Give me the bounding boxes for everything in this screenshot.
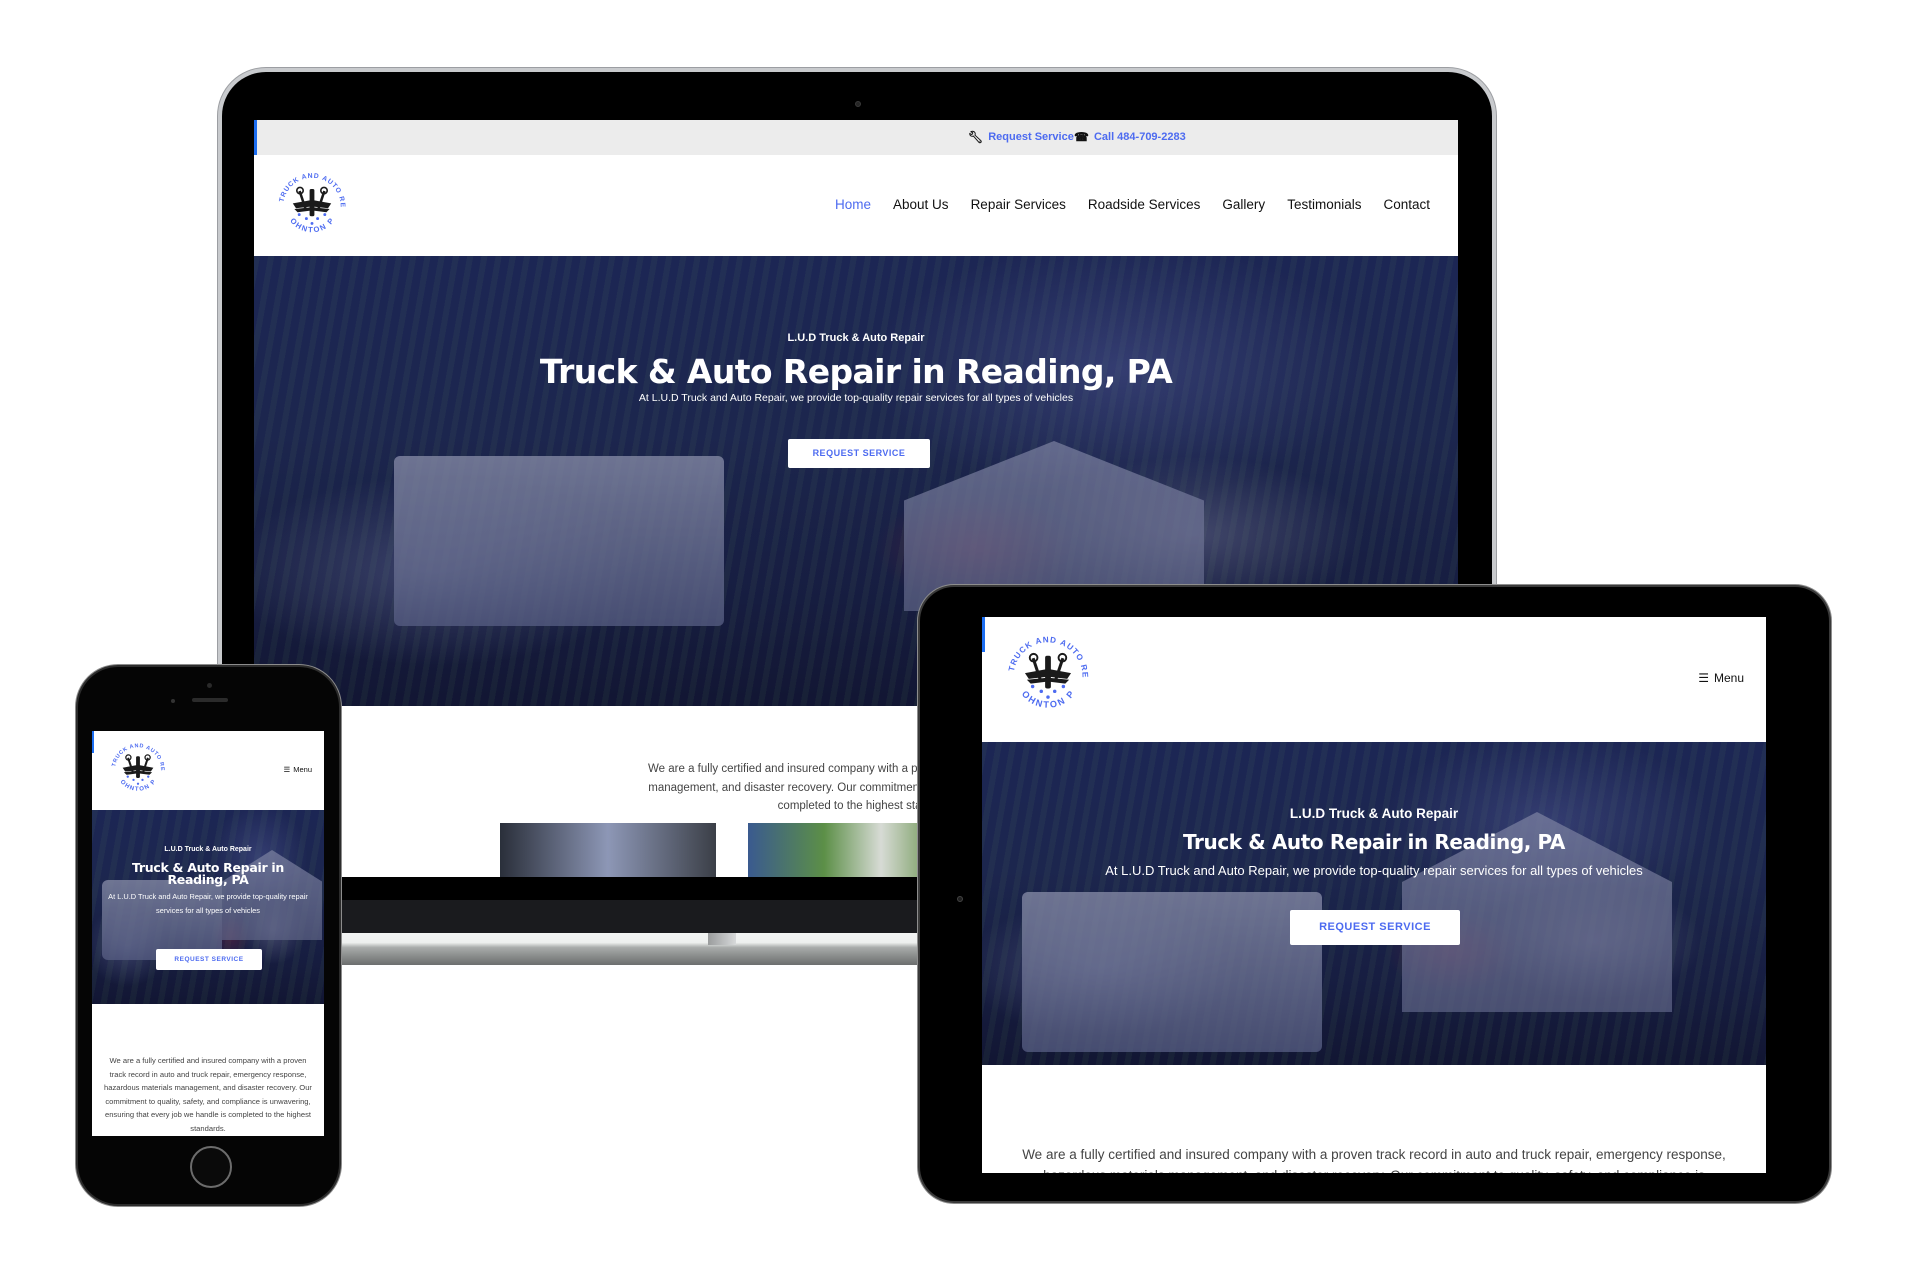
hero-subtitle: At L.U.D Truck and Auto Repair, we provi… xyxy=(1105,863,1643,878)
site-logo[interactable]: L.U.D TRUCK AND AUTO REPAIR MOHNTON PA xyxy=(106,737,170,801)
main-nav: Home About Us Repair Services Roadside S… xyxy=(835,197,1430,212)
hero-subtitle: At L.U.D Truck and Auto Repair, we provi… xyxy=(638,392,1074,404)
accent-bar xyxy=(92,731,94,753)
phone-camera xyxy=(207,683,212,688)
hero-section: L.U.D Truck & Auto Repair Truck & Auto R… xyxy=(92,810,324,1004)
request-service-button[interactable]: REQUEST SERVICE xyxy=(156,949,262,970)
laptop-notch xyxy=(708,933,736,945)
nav-gallery[interactable]: Gallery xyxy=(1222,197,1265,212)
wrench-icon: 🔧︎ xyxy=(968,130,984,144)
nav-repair-services[interactable]: Repair Services xyxy=(971,197,1066,212)
logo-emblem-icon: L.U.D TRUCK AND AUTO REPAIR MOHNTON PA xyxy=(106,737,164,793)
service-thumbnail-engine[interactable] xyxy=(500,823,716,877)
menu-toggle[interactable]: ☰ Menu xyxy=(1698,671,1744,685)
logo-emblem-icon: L.U.D TRUCK AND AUTO REPAIR MOHNTON PA xyxy=(1000,627,1089,710)
phone-home-button[interactable] xyxy=(190,1146,232,1188)
menu-toggle[interactable]: ☰ Menu xyxy=(284,765,313,774)
hero-eyebrow: L.U.D Truck & Auto Repair xyxy=(1289,806,1459,821)
laptop-camera xyxy=(855,101,861,107)
hero-section: L.U.D Truck & Auto Repair Truck & Auto R… xyxy=(982,742,1766,1065)
tablet-screen: L.U.D TRUCK AND AUTO REPAIR MOHNTON PA xyxy=(982,617,1766,1173)
tablet-camera xyxy=(957,896,963,902)
call-link[interactable]: ☎︎ Call 484-709-2283 xyxy=(1074,130,1186,144)
phone-icon: ☎︎ xyxy=(1074,130,1089,144)
phone-sensor xyxy=(171,699,175,703)
intro-section: We are a fully certified and insured com… xyxy=(982,1065,1766,1173)
nav-contact[interactable]: Contact xyxy=(1383,197,1430,212)
service-thumbnail-mechanic[interactable] xyxy=(748,823,938,877)
site-header: L.U.D TRUCK AND AUTO REPAIR MOHNTON PA xyxy=(254,155,1458,256)
phone-speaker xyxy=(192,698,228,702)
hero-overlay xyxy=(982,742,1766,1065)
site-logo[interactable]: L.U.D TRUCK AND AUTO REPAIR MOHNTON PA xyxy=(1000,627,1096,723)
hero-title: Truck & Auto Repair in Reading, PA xyxy=(132,860,284,887)
site-header: L.U.D TRUCK AND AUTO REPAIR MOHNTON PA xyxy=(92,731,324,810)
request-service-button[interactable]: REQUEST SERVICE xyxy=(788,439,930,468)
hamburger-icon: ☰ xyxy=(283,765,291,774)
hamburger-icon: ☰ xyxy=(1698,671,1709,685)
accent-bar xyxy=(982,617,985,652)
hero-title: Truck & Auto Repair in Reading, PA xyxy=(1182,830,1565,854)
nav-home[interactable]: Home xyxy=(835,197,871,212)
hero-eyebrow: L.U.D Truck & Auto Repair xyxy=(787,332,925,344)
phone-screen: L.U.D TRUCK AND AUTO REPAIR MOHNTON PA xyxy=(92,731,324,1136)
hero-title: Truck & Auto Repair in Reading, PA xyxy=(539,352,1173,391)
intro-text: We are a fully certified and insured com… xyxy=(104,1056,312,1133)
intro-section: We are a fully certified and insured com… xyxy=(92,1004,324,1136)
accent-bar xyxy=(254,120,257,155)
hero-eyebrow: L.U.D Truck & Auto Repair xyxy=(164,846,252,853)
nav-about-us[interactable]: About Us xyxy=(893,197,949,212)
logo-emblem-icon: L.U.D TRUCK AND AUTO REPAIR MOHNTON PA xyxy=(272,165,345,234)
top-bar: 🔧︎ Request Service ☎︎ Call 484-709-2283 xyxy=(254,120,1458,155)
request-service-link[interactable]: 🔧︎ Request Service xyxy=(968,130,1074,144)
device-mockup-stage: 🔧︎ Request Service ☎︎ Call 484-709-2283 … xyxy=(0,0,1920,1278)
nav-testimonials[interactable]: Testimonials xyxy=(1287,197,1361,212)
nav-roadside-services[interactable]: Roadside Services xyxy=(1088,197,1201,212)
request-service-button[interactable]: REQUEST SERVICE xyxy=(1290,910,1460,945)
intro-text: We are a fully certified and insured com… xyxy=(1022,1147,1726,1173)
hero-subtitle: At L.U.D Truck and Auto Repair, we provi… xyxy=(108,892,308,915)
site-header: L.U.D TRUCK AND AUTO REPAIR MOHNTON PA xyxy=(982,617,1766,742)
site-logo[interactable]: L.U.D TRUCK AND AUTO REPAIR MOHNTON PA xyxy=(272,165,352,245)
